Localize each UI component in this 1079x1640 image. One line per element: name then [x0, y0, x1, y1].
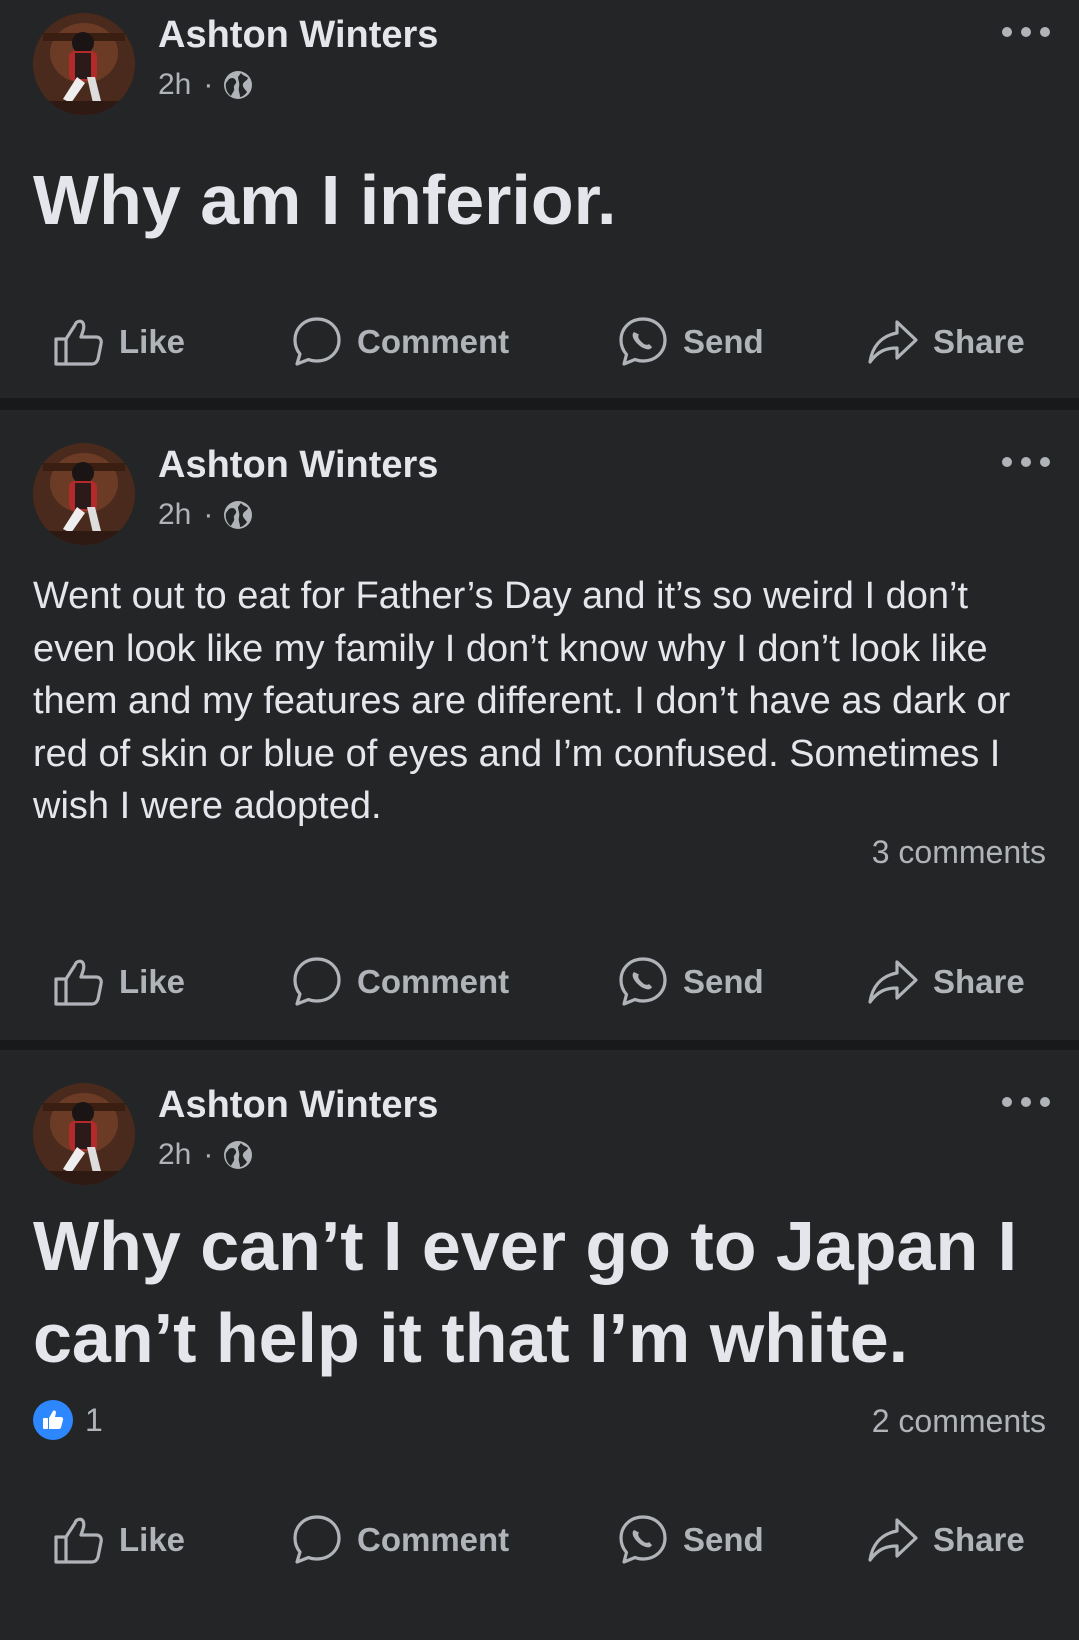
meta-separator: ·: [203, 498, 214, 531]
thumbs-up-icon: [54, 1517, 103, 1564]
thumbs-up-icon: [54, 959, 103, 1006]
more-dot: [1040, 1097, 1050, 1107]
send-label: Send: [683, 963, 764, 1000]
more-dot: [1002, 1097, 1012, 1107]
post-time[interactable]: 2h: [158, 68, 191, 102]
send-label: Send: [683, 1521, 764, 1558]
like-label: Like: [119, 1521, 186, 1558]
comments-count[interactable]: 2 comments: [872, 1403, 1046, 1440]
share-label: Share: [933, 323, 1025, 360]
globe-icon: [224, 501, 253, 529]
more-dot: [1021, 27, 1031, 37]
post-header: Ashton Winters 2h ·: [0, 0, 1079, 120]
comment-label: Comment: [357, 1521, 510, 1558]
messenger-icon: [619, 317, 667, 366]
reaction-summary[interactable]: 1: [33, 1400, 103, 1440]
comment-label: Comment: [357, 963, 510, 1000]
globe-icon: [224, 71, 253, 99]
post-card: Ashton Winters 2h · Went out to eat for …: [0, 410, 1079, 1040]
like-button[interactable]: Like: [53, 312, 185, 372]
more-dot: [1021, 1097, 1031, 1107]
avatar-image: [33, 13, 135, 115]
like-button[interactable]: Like: [53, 1510, 185, 1570]
post-card: Ashton Winters 2h · Why can’t I ever go …: [0, 1050, 1079, 1640]
post-action-bar: Like Comment Send Share: [0, 312, 1079, 372]
post-text: Why can’t I ever go to Japan I can’t hel…: [33, 1207, 1018, 1377]
more-options-button[interactable]: [1002, 454, 1050, 470]
post-meta: 2h ·: [158, 498, 253, 532]
more-dot: [1002, 27, 1012, 37]
send-button[interactable]: Send: [617, 952, 764, 1012]
thumbs-up-icon: [43, 1410, 64, 1429]
post-meta: 2h ·: [158, 68, 253, 102]
more-options-button[interactable]: [1002, 24, 1050, 40]
share-button[interactable]: Share: [867, 312, 1025, 372]
avatar-image: [33, 1083, 135, 1185]
comment-button[interactable]: Comment: [291, 312, 509, 372]
more-dot: [1021, 457, 1031, 467]
share-label: Share: [933, 1521, 1025, 1558]
globe-icon: [224, 1141, 253, 1169]
like-button[interactable]: Like: [53, 952, 185, 1012]
meta-separator: ·: [203, 1138, 214, 1171]
post-header: Ashton Winters 2h ·: [0, 1050, 1079, 1185]
post-action-bar: Like Comment Send Share: [0, 1510, 1079, 1570]
share-arrow-icon: [868, 960, 918, 1004]
messenger-icon: [619, 957, 667, 1006]
messenger-icon: [619, 1515, 667, 1564]
like-label: Like: [119, 963, 186, 1000]
post-time[interactable]: 2h: [158, 1138, 191, 1172]
speech-bubble-icon: [293, 317, 341, 366]
share-arrow-icon: [868, 1518, 918, 1562]
send-button[interactable]: Send: [617, 1510, 764, 1570]
author-name[interactable]: Ashton Winters: [158, 14, 438, 57]
more-dot: [1040, 457, 1050, 467]
share-arrow-icon: [868, 320, 918, 364]
post-card: Ashton Winters 2h · Why am I inferior. L…: [0, 0, 1079, 398]
more-dot: [1002, 457, 1012, 467]
avatar[interactable]: [33, 443, 135, 545]
author-name[interactable]: Ashton Winters: [158, 444, 438, 487]
comment-label: Comment: [357, 323, 510, 360]
author-name[interactable]: Ashton Winters: [158, 1084, 438, 1127]
post-text: Why am I inferior.: [33, 161, 617, 239]
share-button[interactable]: Share: [867, 952, 1025, 1012]
comment-button[interactable]: Comment: [291, 952, 509, 1012]
post-action-bar: Like Comment Send Share: [0, 952, 1079, 1012]
more-options-button[interactable]: [1002, 1094, 1050, 1110]
speech-bubble-icon: [293, 1515, 341, 1564]
like-label: Like: [119, 323, 186, 360]
post-text: Went out to eat for Father’s Day and it’…: [33, 575, 1011, 827]
send-button[interactable]: Send: [617, 312, 764, 372]
avatar[interactable]: [33, 13, 135, 115]
thumbs-up-icon: [54, 319, 103, 366]
speech-bubble-icon: [293, 957, 341, 1006]
avatar-image: [33, 443, 135, 545]
comment-button[interactable]: Comment: [291, 1510, 509, 1570]
reaction-count: 1: [85, 1401, 103, 1438]
post-meta: 2h ·: [158, 1138, 253, 1172]
like-reaction-icon: [33, 1400, 73, 1440]
meta-separator: ·: [203, 68, 214, 101]
share-label: Share: [933, 963, 1025, 1000]
post-header: Ashton Winters 2h ·: [0, 410, 1079, 545]
avatar[interactable]: [33, 1083, 135, 1185]
send-label: Send: [683, 323, 764, 360]
share-button[interactable]: Share: [867, 1510, 1025, 1570]
comments-count[interactable]: 3 comments: [872, 834, 1046, 871]
more-dot: [1040, 27, 1050, 37]
post-time[interactable]: 2h: [158, 498, 191, 532]
